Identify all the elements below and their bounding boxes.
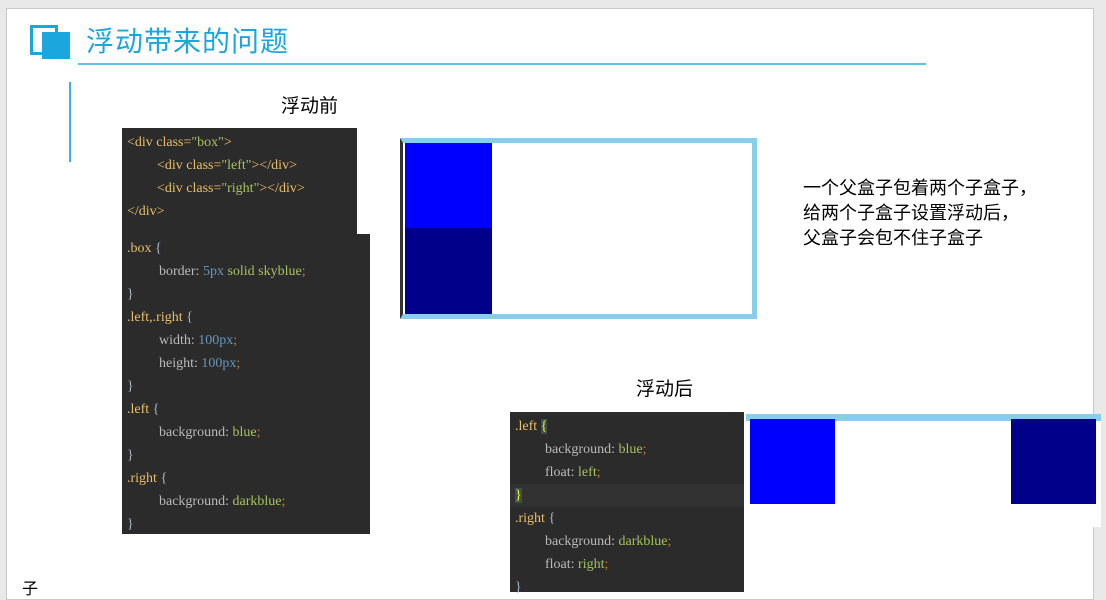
code-line: .box {: [127, 241, 162, 256]
code-line: }: [510, 484, 744, 507]
code-line: }: [127, 379, 134, 394]
page-title: 浮动带来的问题: [86, 25, 290, 58]
code-line: float: left;: [545, 465, 601, 480]
code-line: .left {: [127, 402, 160, 417]
demo-after-left-box: [750, 419, 835, 504]
code-line: .right {: [515, 511, 556, 526]
code-line: .left {: [515, 419, 548, 434]
css-code-block-after: .left { background: blue; float: left; }…: [510, 412, 744, 595]
code-line: }: [127, 517, 134, 532]
css-code-block: .box { border: 5px solid skyblue; } .lef…: [122, 234, 370, 534]
title-square-icon: [30, 25, 70, 59]
demo-left-box: [405, 143, 492, 228]
code-line: background: blue;: [545, 442, 647, 457]
code-line: width: 100px;: [159, 333, 238, 348]
code-line: <div class="left"></div>: [157, 158, 297, 173]
code-line: <div class="right"></div>: [157, 181, 305, 196]
code-line: background: darkblue;: [545, 534, 672, 549]
code-line: height: 100px;: [159, 356, 241, 371]
code-line: float: right;: [545, 557, 609, 572]
code-line: <div class="box">: [127, 135, 232, 150]
code-line: .left,.right {: [127, 310, 193, 325]
code-line: }: [515, 580, 522, 595]
code-line: background: darkblue;: [159, 494, 286, 509]
accent-vertical-line: [69, 82, 71, 162]
title-underline: [78, 63, 926, 65]
code-line: </div>: [127, 204, 165, 219]
demo-after-right-box: [1011, 419, 1096, 504]
demo-right-box: [405, 228, 492, 314]
before-label: 浮动前: [281, 95, 339, 117]
stray-character: 子: [22, 579, 39, 598]
description-text: 一个父盒子包着两个子盒子， 给两个子盒子设置浮动后， 父盒子会包不住子盒子: [803, 178, 1037, 249]
code-line: border: 5px solid skyblue;: [159, 264, 306, 279]
code-line: background: blue;: [159, 425, 261, 440]
html-code-block: <div class="box"> <div class="left"></di…: [122, 128, 357, 234]
code-line: }: [127, 287, 134, 302]
demo-before-parent-box: [400, 138, 757, 319]
after-label: 浮动后: [636, 378, 694, 400]
code-line: .right {: [127, 471, 168, 486]
code-line: }: [127, 448, 134, 463]
